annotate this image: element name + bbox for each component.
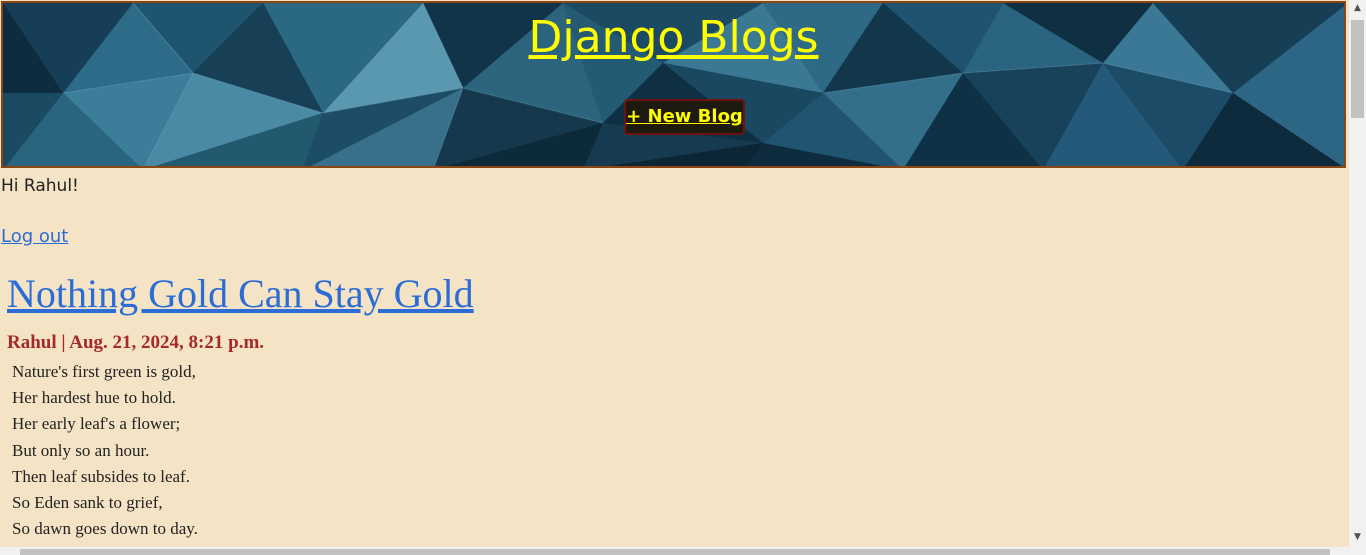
post-line: So Eden sank to grief, bbox=[12, 493, 163, 513]
horizontal-scrollbar[interactable] bbox=[0, 547, 1349, 555]
post-title-link[interactable]: Nothing Gold Can Stay Gold bbox=[7, 270, 474, 317]
header-banner: Django Blogs + New Blog bbox=[1, 1, 1346, 168]
vertical-scrollbar[interactable]: ▲ ▼ bbox=[1349, 0, 1366, 555]
scroll-up-icon[interactable]: ▲ bbox=[1349, 0, 1366, 17]
post-line: But only so an hour. bbox=[12, 440, 150, 460]
page-viewport: Django Blogs + New Blog Hi Rahul! Log ou… bbox=[0, 0, 1349, 547]
post-body: Nature's first green is gold, Her hardes… bbox=[12, 359, 198, 542]
scroll-down-icon[interactable]: ▼ bbox=[1349, 529, 1366, 546]
post-line: Her early leaf's a flower; bbox=[12, 414, 181, 434]
post-line: So dawn goes down to day. bbox=[12, 519, 198, 539]
user-greeting: Hi Rahul! bbox=[1, 176, 79, 196]
horizontal-scrollbar-thumb[interactable] bbox=[20, 549, 1330, 555]
site-title[interactable]: Django Blogs bbox=[3, 9, 1344, 67]
post-line: Her hardest hue to hold. bbox=[12, 388, 176, 408]
post-meta: Rahul | Aug. 21, 2024, 8:21 p.m. bbox=[7, 332, 265, 353]
new-blog-button[interactable]: + New Blog bbox=[624, 99, 745, 135]
vertical-scrollbar-thumb[interactable] bbox=[1351, 20, 1364, 118]
post-line: Then leaf subsides to leaf. bbox=[12, 466, 190, 486]
post-line: Nature's first green is gold, bbox=[12, 362, 196, 381]
logout-link[interactable]: Log out bbox=[1, 226, 68, 247]
